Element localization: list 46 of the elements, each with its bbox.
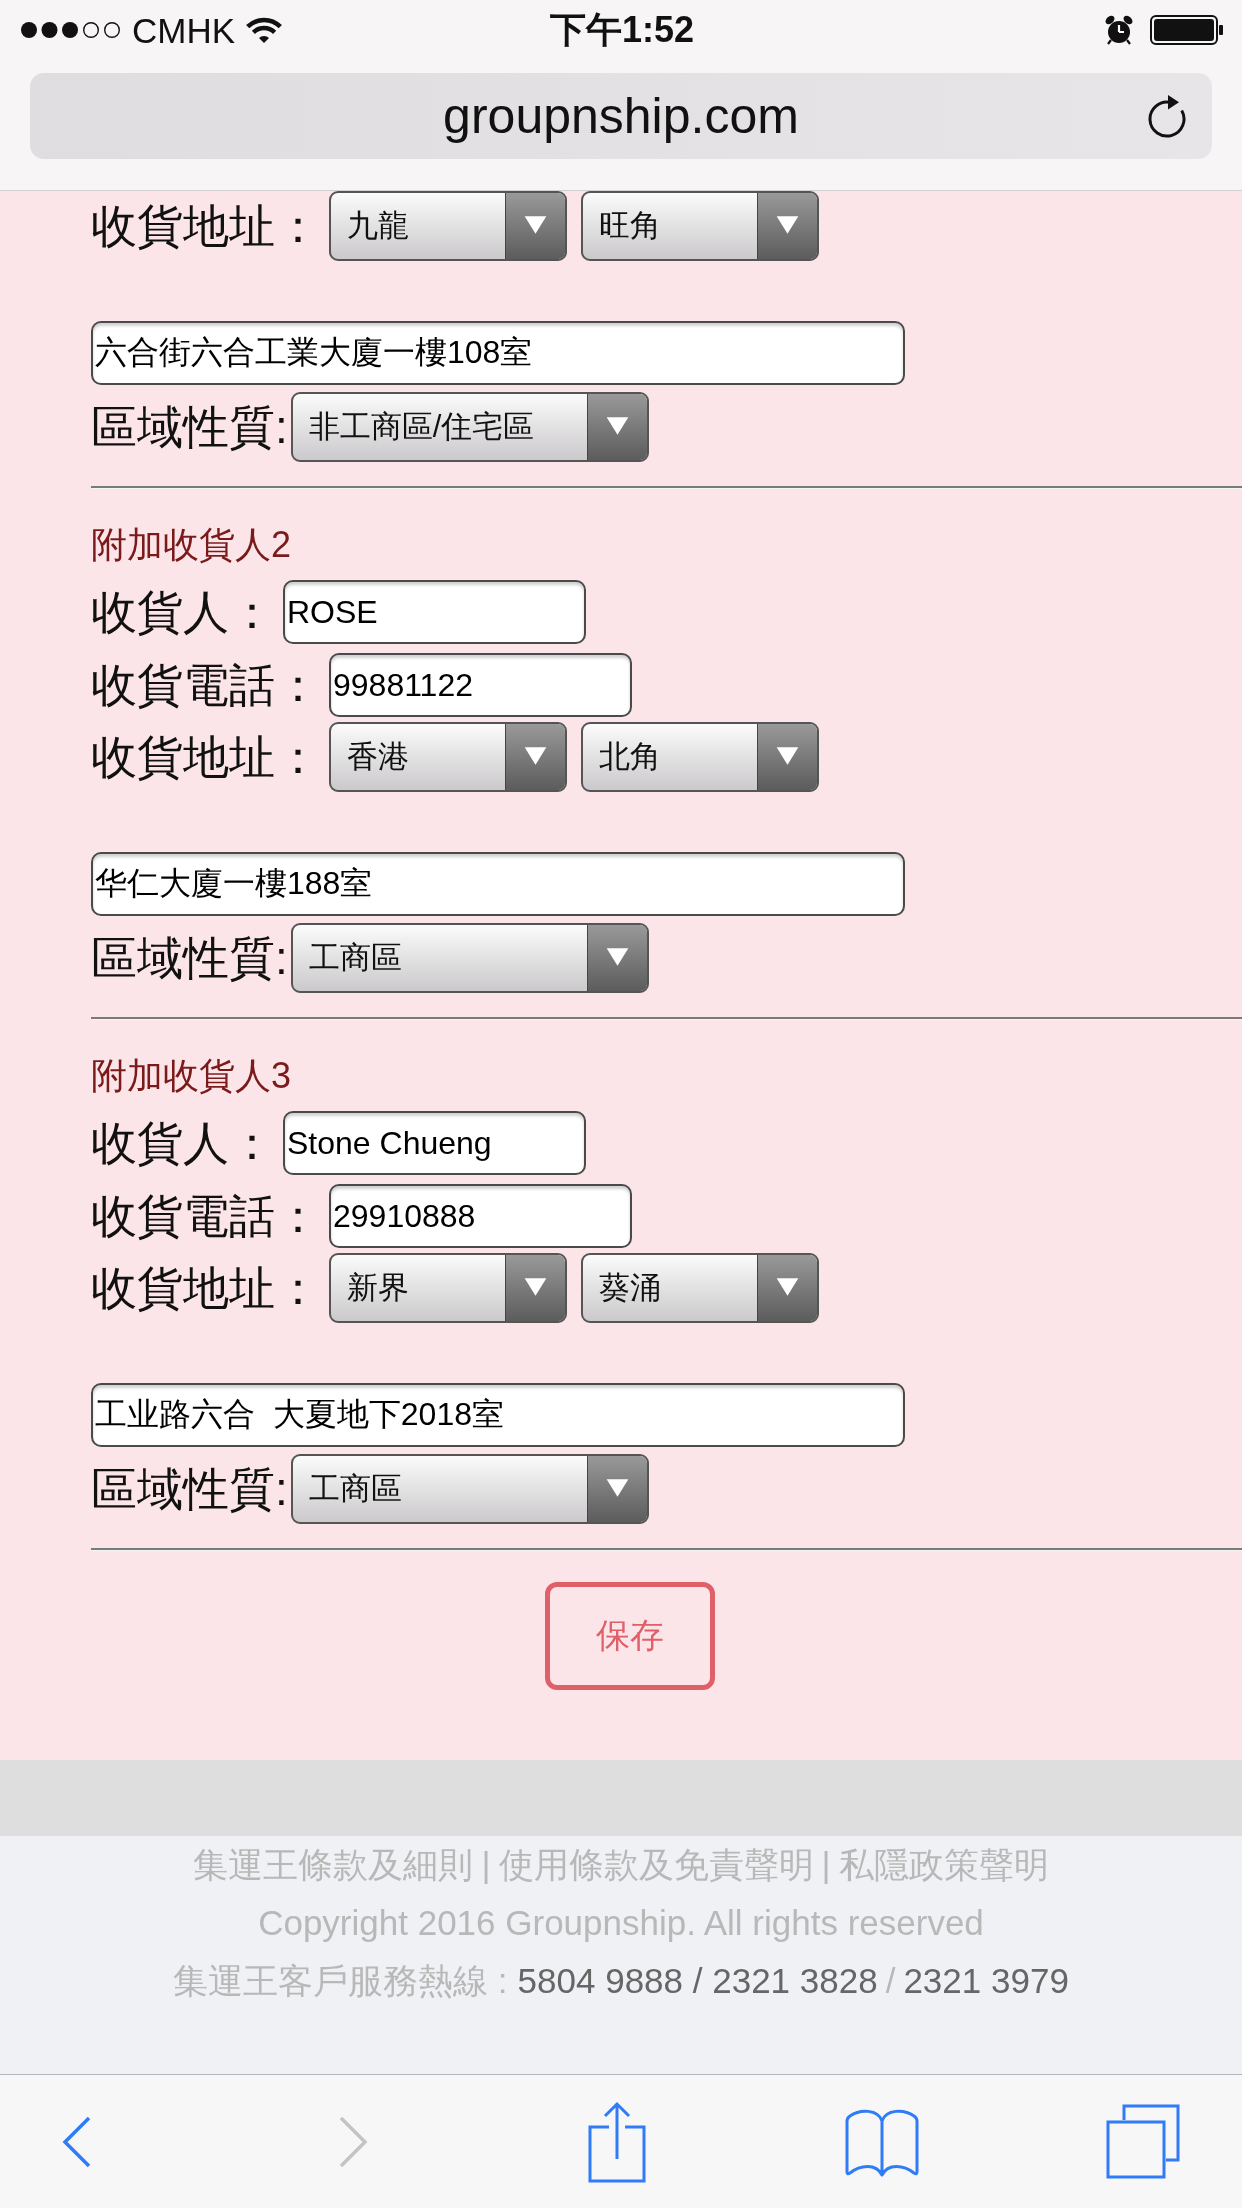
region-select[interactable]: 新界 [329, 1253, 567, 1323]
name-field[interactable]: Stone Chueng [283, 1111, 586, 1175]
name-field[interactable]: ROSE [283, 580, 586, 644]
region-select[interactable]: 九龍 [329, 191, 567, 261]
area-type-select[interactable]: 工商區 [290, 1454, 649, 1524]
area-type-select[interactable]: 工商區 [290, 923, 649, 993]
area-type-label: 區域性質: [91, 404, 288, 450]
hotline-label: 集運王客戶服務熱線 : [173, 1960, 508, 2002]
link-separator: | [481, 1844, 491, 1886]
copyright-text: Copyright 2016 Groupnship. All rights reserved [258, 1902, 984, 1944]
region-select[interactable]: 香港 [329, 722, 567, 792]
phone-label: 收貨電話： [91, 662, 321, 708]
share-icon[interactable] [588, 2100, 646, 2183]
carrier-text: CMHK [132, 12, 236, 48]
address-label: 收貨地址： [91, 203, 321, 249]
address-label: 收貨地址： [91, 734, 321, 780]
phone-link[interactable]: 5804 9888 / 2321 3828 [517, 1952, 878, 2010]
address-field[interactable]: 工业路六合 大夏地下2018室 [91, 1383, 905, 1447]
alarm-clock-icon [1104, 15, 1134, 45]
status-time: 下午1:52 [549, 12, 695, 48]
phone-label: 收貨電話： [91, 1193, 321, 1239]
reload-icon[interactable] [1146, 93, 1188, 139]
area-type-label: 區域性質: [91, 935, 288, 981]
area-type-label: 區域性質: [91, 1466, 288, 1512]
wifi-icon [245, 16, 284, 44]
area-type-select[interactable]: 非工商區/住宅區 [290, 392, 649, 462]
phone-link[interactable]: 2321 3979 [903, 1952, 1069, 2010]
name-label: 收貨人： [91, 589, 275, 635]
consignee-heading: 附加收貨人3 [91, 1054, 292, 1097]
address-label: 收貨地址： [91, 1265, 321, 1311]
phone-field[interactable]: 99881122 [329, 653, 632, 717]
phone-field[interactable]: 29910888 [329, 1184, 632, 1248]
overlapping-squares-icon[interactable] [1106, 2104, 1180, 2179]
district-select[interactable]: 北角 [581, 722, 819, 792]
address-field[interactable]: 华仁大廈一樓188室 [91, 852, 905, 916]
battery-icon [1150, 15, 1224, 45]
district-select[interactable]: 旺角 [581, 191, 819, 261]
chevron-left-icon[interactable] [62, 2115, 92, 2168]
consignee-heading: 附加收貨人2 [91, 523, 292, 566]
address-bar[interactable]: groupnship.com [30, 73, 1212, 159]
signal-dots-icon [20, 21, 122, 39]
link-separator: | [821, 1844, 831, 1886]
district-select[interactable]: 葵涌 [581, 1253, 819, 1323]
name-label: 收貨人： [91, 1120, 275, 1166]
number-separator: / [885, 1960, 896, 2002]
address-field[interactable]: 六合街六合工業大廈一樓108室 [91, 321, 905, 385]
